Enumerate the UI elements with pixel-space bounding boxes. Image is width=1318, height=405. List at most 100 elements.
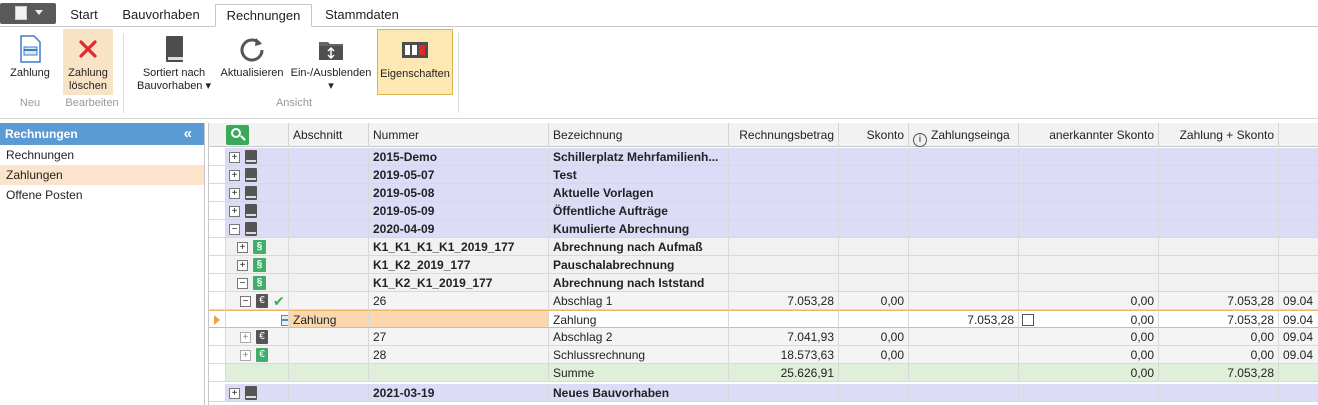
cell-zs[interactable]: 7.053,28 xyxy=(1159,310,1279,328)
nav-item-rechnungen[interactable]: Rechnungen xyxy=(0,145,204,165)
table-row[interactable]: + § K1_K1_K1_K1_2019_177 Abrechnung nach… xyxy=(209,238,1318,256)
header-zahlungseingang[interactable]: i Zahlungseinga xyxy=(909,123,1019,147)
section-paragraph-icon: § xyxy=(253,240,266,254)
table-row[interactable]: + € 28 Schlussrechnung 18.573,63 0,00 0,… xyxy=(209,346,1318,364)
tab-start[interactable]: Start xyxy=(62,4,106,27)
row-indicator xyxy=(209,364,226,382)
cell-bezeichnung[interactable]: Zahlung xyxy=(549,310,729,328)
cell-betrag: 18.573,63 xyxy=(729,346,839,364)
header-anerkannter-skonto[interactable]: anerkannter Skonto xyxy=(1019,123,1159,147)
header-tree-column xyxy=(209,123,289,147)
ein-ausblenden-button[interactable]: Ein-/Ausblenden ▾ xyxy=(288,29,374,95)
grid-search-button[interactable] xyxy=(226,125,249,145)
tree-cell: + € xyxy=(226,328,289,346)
cell-nummer[interactable] xyxy=(369,310,549,328)
tree-cell: − § xyxy=(226,274,289,292)
cell-zahlung xyxy=(909,384,1019,402)
expand-icon[interactable]: + xyxy=(240,332,251,343)
expand-icon[interactable]: + xyxy=(229,170,240,181)
book-icon xyxy=(245,204,257,218)
tab-stammdaten[interactable]: Stammdaten xyxy=(316,4,408,27)
cell-datum xyxy=(1279,166,1318,184)
tab-bauvorhaben[interactable]: Bauvorhaben xyxy=(112,4,210,27)
payment-document-icon xyxy=(20,35,41,63)
collapse-icon[interactable]: − xyxy=(229,224,240,235)
cell-betrag[interactable] xyxy=(729,310,839,328)
zahlung-loeschen-label: Zahlung löschen xyxy=(63,67,113,93)
expand-icon[interactable]: + xyxy=(229,152,240,163)
cell-zs xyxy=(1159,274,1279,292)
table-row[interactable]: − 2020-04-09 Kumulierte Abrechnung xyxy=(209,220,1318,238)
header-skonto[interactable]: Skonto xyxy=(839,123,909,147)
header-rechnungsbetrag[interactable]: Rechnungsbetrag xyxy=(729,123,839,147)
expand-icon[interactable]: + xyxy=(229,388,240,399)
cell-datum[interactable]: 09.04 xyxy=(1279,310,1318,328)
table-row[interactable]: + € 27 Abschlag 2 7.041,93 0,00 0,00 0,0… xyxy=(209,328,1318,346)
header-bezeichnung[interactable]: Bezeichnung xyxy=(549,123,729,147)
collapse-icon[interactable]: − xyxy=(237,278,248,289)
book-icon xyxy=(245,186,257,200)
cell-zahlung xyxy=(909,292,1019,310)
cell-aner[interactable]: 0,00 xyxy=(1019,310,1159,328)
cell-skonto[interactable] xyxy=(839,310,909,328)
table-row[interactable]: + § K1_K2_2019_177 Pauschalabrechnung xyxy=(209,256,1318,274)
eigenschaften-button[interactable]: Eigenschaften xyxy=(377,29,453,95)
cell-zs xyxy=(1159,238,1279,256)
collapse-icon[interactable]: − xyxy=(240,296,251,307)
cell-nummer: K1_K2_2019_177 xyxy=(369,256,549,274)
cell-abschnitt[interactable]: Zahlung xyxy=(289,310,369,328)
header-abschnitt[interactable]: Abschnitt xyxy=(289,123,369,147)
cell-aner xyxy=(1019,274,1159,292)
collapse-panel-icon[interactable]: « xyxy=(184,123,192,145)
aktualisieren-button[interactable]: Aktualisieren xyxy=(218,29,286,95)
cell-zahlung xyxy=(909,148,1019,166)
row-indicator xyxy=(209,184,226,202)
table-row[interactable]: − € ✔ 26 Abschlag 1 7.053,28 0,00 0,00 7… xyxy=(209,292,1318,310)
zahlung-button[interactable]: Zahlung xyxy=(4,29,56,95)
info-icon: i xyxy=(913,133,927,147)
sortiert-nach-bauvorhaben-button[interactable]: Sortiert nach Bauvorhaben ▾ xyxy=(133,29,215,95)
book-icon xyxy=(245,386,257,400)
cell-abschnitt xyxy=(289,328,369,346)
expand-icon[interactable]: + xyxy=(240,350,251,361)
cell-abschnitt xyxy=(289,256,369,274)
table-row[interactable]: + 2019-05-08 Aktuelle Vorlagen xyxy=(209,184,1318,202)
euro-invoice-icon: € xyxy=(256,330,268,344)
skonto-checkbox[interactable] xyxy=(1022,314,1034,326)
expand-icon[interactable]: + xyxy=(237,260,248,271)
cell-betrag: 7.041,93 xyxy=(729,328,839,346)
cell-zahlung xyxy=(909,274,1019,292)
tab-rechnungen[interactable]: Rechnungen xyxy=(215,4,312,27)
zahlung-loeschen-button[interactable]: Zahlung löschen xyxy=(63,29,113,95)
table-row[interactable]: + 2015-Demo Schillerplatz Mehrfamilienh.… xyxy=(209,148,1318,166)
expand-icon[interactable]: + xyxy=(229,206,240,217)
header-datum[interactable]: D xyxy=(1279,123,1318,147)
table-row[interactable]: − § K1_K2_K1_2019_177 Abrechnung nach Is… xyxy=(209,274,1318,292)
table-row-selected[interactable]: Zahlung Zahlung 7.053,28 0,00 7.053,28 0… xyxy=(209,310,1318,328)
table-row[interactable]: + 2019-05-07 Test xyxy=(209,166,1318,184)
cell-abschnitt xyxy=(289,274,369,292)
app-menu-button[interactable] xyxy=(0,3,56,24)
cell-aner xyxy=(1019,256,1159,274)
ribbon-tab-bar: Start Bauvorhaben Rechnungen Stammdaten xyxy=(0,0,1318,27)
row-indicator xyxy=(209,310,226,328)
expand-icon[interactable]: + xyxy=(237,242,248,253)
header-nummer[interactable]: Nummer xyxy=(369,123,549,147)
cell-zahlung[interactable]: 7.053,28 xyxy=(909,310,1019,328)
nav-item-offene-posten[interactable]: Offene Posten xyxy=(0,185,204,205)
table-row[interactable]: + 2019-05-09 Öffentliche Aufträge xyxy=(209,202,1318,220)
expand-icon[interactable]: + xyxy=(229,188,240,199)
nav-item-zahlungen[interactable]: Zahlungen xyxy=(0,165,204,185)
eigenschaften-label: Eigenschaften xyxy=(380,68,450,80)
table-row[interactable]: + 2021-03-19 Neues Bauvorhaben xyxy=(209,384,1318,402)
show-hide-folder-icon xyxy=(319,42,343,60)
cell-nummer: 28 xyxy=(369,346,549,364)
properties-filmstrip-icon xyxy=(402,42,428,58)
cell-zs xyxy=(1159,184,1279,202)
cell-nummer: 26 xyxy=(369,292,549,310)
cell-datum xyxy=(1279,184,1318,202)
header-zahlung-skonto[interactable]: Zahlung + Skonto xyxy=(1159,123,1279,147)
tree-cell: + § xyxy=(226,238,289,256)
cell-bezeichnung: Pauschalabrechnung xyxy=(549,256,729,274)
cell-skonto xyxy=(839,256,909,274)
